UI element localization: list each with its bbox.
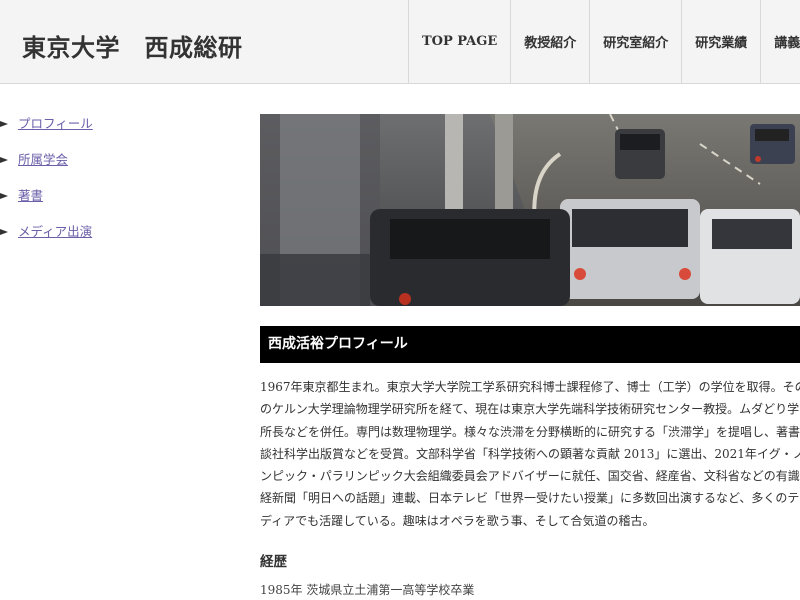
sidebar: プロフィール 所属学会 著書 メディア出演	[0, 106, 93, 250]
bio-line: 経新聞「明日への話題」連載、日本テレビ「世界一受けたい授業」に多数回出演するなど…	[260, 491, 800, 506]
nav-achievements[interactable]: 研究業績	[681, 0, 760, 83]
site-title[interactable]: 東京大学 西成総研	[22, 28, 243, 63]
arrow-right-icon	[0, 157, 8, 163]
sidebar-item-books: 著書	[0, 178, 93, 214]
arrow-right-icon	[0, 121, 8, 127]
main-nav: TOP PAGE 教授紹介 研究室紹介 研究業績 講義	[408, 0, 800, 83]
career-item: 1985年 茨城県立土浦第一高等学校卒業	[260, 583, 475, 597]
sidebar-link-media[interactable]: メディア出演	[18, 224, 92, 239]
profile-bio: 1967年東京都生まれ。東京大学大学院工学系研究科博士課程修了、博士（工学）の学…	[260, 376, 800, 526]
profile-heading: 西成活裕プロフィール	[260, 326, 800, 363]
nav-professor[interactable]: 教授紹介	[510, 0, 589, 83]
bio-line: ディアでも活躍している。趣味はオペラを歌う事、そして合気道の稽古。	[260, 513, 655, 526]
sidebar-item-media: メディア出演	[0, 214, 93, 250]
site-header: 東京大学 西成総研 TOP PAGE 教授紹介 研究室紹介 研究業績 講義	[0, 0, 800, 84]
arrow-right-icon	[0, 229, 8, 235]
sidebar-link-profile[interactable]: プロフィール	[18, 116, 93, 131]
bio-line: 談社科学出版賞などを受賞。文部科学省「科学技術への顕著な貢献 2013」に選出、…	[260, 446, 800, 461]
sidebar-link-books[interactable]: 著書	[18, 188, 43, 203]
bio-line: 所長などを併任。専門は数理物理学。様々な渋滞を分野横断的に研究する「渋滞学」を提…	[260, 424, 800, 439]
nav-lectures[interactable]: 講義	[760, 0, 800, 83]
nav-laboratory[interactable]: 研究室紹介	[589, 0, 681, 83]
sidebar-link-societies[interactable]: 所属学会	[18, 152, 68, 167]
sidebar-item-profile: プロフィール	[0, 106, 93, 142]
sidebar-item-societies: 所属学会	[0, 142, 93, 178]
career-heading: 経歴	[260, 554, 287, 570]
bio-line: ンピック・パラリンピック大会組織委員会アドバイザーに就任、国交省、経産省、文科省…	[260, 469, 800, 484]
hero-image-traffic-jam	[260, 114, 800, 306]
bio-line: 1967年東京都生まれ。東京大学大学院工学系研究科博士課程修了、博士（工学）の学…	[260, 380, 800, 394]
arrow-right-icon	[0, 193, 8, 199]
bio-line: のケルン大学理論物理学研究所を経て、現在は東京大学先端科学技術研究センター教授。…	[260, 402, 800, 417]
nav-top-page[interactable]: TOP PAGE	[408, 0, 510, 83]
